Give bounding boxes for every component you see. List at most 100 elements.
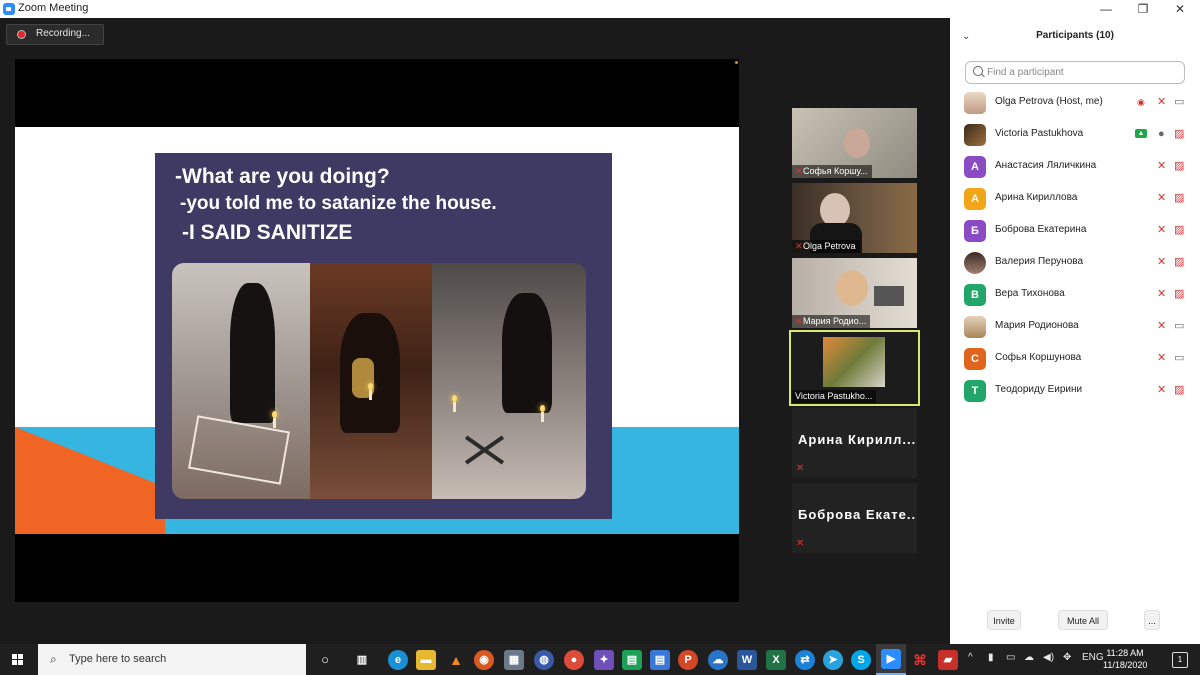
more-button[interactable]: ... (1144, 610, 1160, 630)
windows-start-button[interactable] (0, 644, 36, 675)
maximize-button[interactable]: ❐ (1124, 0, 1162, 18)
mic-muted-icon[interactable]: ✕ (1157, 319, 1166, 333)
camera-on-icon[interactable]: ▭ (1174, 95, 1184, 109)
avatar: А (964, 188, 986, 210)
participant-row[interactable]: Olga Petrova (Host, me) ◉ ✕ ▭ (950, 88, 1200, 118)
avatar: Б (964, 220, 986, 242)
participant-name: Victoria Pastukhova (995, 128, 1084, 139)
excel-icon[interactable]: X (766, 650, 786, 670)
participant-row[interactable]: В Вера Тихонова ✕ ▨ (950, 280, 1200, 310)
camera-off-icon[interactable]: ▨ (1174, 383, 1184, 397)
participant-search-input[interactable]: Find a participant (965, 61, 1185, 84)
mute-all-button[interactable]: Mute All (1058, 610, 1108, 630)
edge-icon[interactable]: e (388, 650, 408, 670)
microphone-icon[interactable]: ▮ (988, 652, 994, 663)
camera-off-icon[interactable]: ▨ (1174, 159, 1184, 173)
windows-logo-icon (18, 654, 23, 659)
calculator-icon[interactable]: ▦ (504, 650, 524, 670)
camera-off-icon[interactable]: ▨ (1174, 127, 1184, 141)
zoom-taskbar-button[interactable]: ▶ (876, 644, 906, 675)
windows-logo-icon (18, 660, 23, 665)
mic-muted-icon[interactable]: ✕ (1157, 223, 1166, 237)
participant-row[interactable]: А Арина Кириллова ✕ ▨ (950, 184, 1200, 214)
sheets-icon[interactable]: ▤ (622, 650, 642, 670)
network-icon[interactable]: ▭ (1006, 652, 1015, 663)
participant-row[interactable]: Мария Родионова ✕ ▭ (950, 312, 1200, 342)
search-icon (973, 66, 983, 76)
video-tile[interactable]: ✕Софья Коршу... (792, 108, 917, 178)
participant-row[interactable]: А Анастасия Ляличкина ✕ ▨ (950, 152, 1200, 182)
mic-muted-icon[interactable]: ✕ (1157, 351, 1166, 365)
invite-button[interactable]: Invite (987, 610, 1021, 630)
chrome-icon[interactable]: ● (564, 650, 584, 670)
title-bar: Zoom Meeting — ❐ ✕ (0, 0, 1200, 19)
skype-icon[interactable]: S (851, 650, 871, 670)
telegram-icon[interactable]: ➤ (823, 650, 843, 670)
video-tile[interactable]: Арина Кирилл... ✕ (792, 408, 917, 478)
notification-center-icon[interactable]: 1 (1172, 652, 1188, 668)
close-button[interactable]: ✕ (1161, 0, 1199, 18)
recording-indicator[interactable]: Recording... (6, 24, 104, 45)
meme-line-2: -you told me to satanize the house. (180, 193, 497, 214)
mic-muted-icon[interactable]: ✕ (1157, 383, 1166, 397)
docs-icon[interactable]: ▤ (650, 650, 670, 670)
app-icon[interactable]: ✦ (594, 650, 614, 670)
video-tile[interactable]: Боброва Екате... ✕ (792, 483, 917, 553)
powerpoint-icon[interactable]: P (678, 650, 698, 670)
app-icon[interactable]: ▰ (938, 650, 958, 670)
mic-muted-icon[interactable]: ✕ (1157, 287, 1166, 301)
teamviewer-icon[interactable]: ⇄ (795, 650, 815, 670)
mic-muted-icon[interactable]: ✕ (1157, 191, 1166, 205)
dropbox-icon[interactable]: ✥ (1063, 652, 1071, 663)
video-tile-active-speaker[interactable]: Victoria Pastukho... (789, 330, 920, 406)
candle-icon (369, 390, 372, 400)
system-clock[interactable]: 11:28 AM 11/18/2020 (1103, 647, 1147, 671)
language-indicator[interactable]: ENG (1082, 652, 1104, 663)
app-icon[interactable]: ☁ (708, 650, 728, 670)
mic-muted-icon: ✕ (796, 538, 805, 549)
meme-photo-2 (310, 263, 432, 499)
video-tile[interactable]: ✕Olga Petrova (792, 183, 917, 253)
cortana-icon[interactable]: ○ (315, 650, 335, 670)
participant-photo (823, 337, 885, 387)
candle-icon (273, 418, 276, 428)
camera-off-icon[interactable]: ▨ (1174, 255, 1184, 269)
participant-face (836, 270, 868, 306)
app-icon[interactable]: ◉ (474, 650, 494, 670)
show-hidden-icons[interactable]: ^ (968, 652, 973, 663)
candle-flame-icon (272, 411, 277, 418)
camera-on-icon[interactable]: ▭ (1174, 319, 1184, 333)
acrobat-icon[interactable]: ⌘ (910, 650, 930, 670)
mic-muted-icon[interactable]: ✕ (1157, 255, 1166, 269)
task-view-icon[interactable]: ▥ (352, 650, 372, 670)
participant-row[interactable]: С Софья Коршунова ✕ ▭ (950, 344, 1200, 374)
minimize-button[interactable]: — (1087, 0, 1125, 18)
participant-row[interactable]: Т Теодориду Еирини ✕ ▨ (950, 376, 1200, 406)
participant-row[interactable]: Victoria Pastukhova ▲ ● ▨ (950, 120, 1200, 150)
meme-line-3: -I SAID SANITIZE (182, 221, 353, 244)
file-explorer-icon[interactable]: ▬ (416, 650, 436, 670)
mic-muted-icon[interactable]: ✕ (1157, 95, 1166, 109)
taskbar-search-input[interactable]: ⌕ Type here to search (38, 644, 306, 675)
candle-icon (453, 402, 456, 412)
meme-line-1: -What are you doing? (175, 165, 390, 188)
participant-row[interactable]: Валерия Перунова ✕ ▨ (950, 248, 1200, 278)
camera-off-icon[interactable]: ▨ (1174, 287, 1184, 301)
participant-row[interactable]: Б Боброва Екатерина ✕ ▨ (950, 216, 1200, 246)
camera-off-icon[interactable]: ▨ (1174, 191, 1184, 205)
security-icon[interactable]: ◍ (534, 650, 554, 670)
volume-icon[interactable]: ◀) (1043, 652, 1054, 663)
mic-muted-icon[interactable]: ✕ (1157, 159, 1166, 173)
onedrive-icon[interactable]: ☁ (1024, 652, 1034, 663)
video-name-large: Арина Кирилл... (798, 432, 917, 447)
word-icon[interactable]: W (737, 650, 757, 670)
meme-photo-1 (172, 263, 310, 499)
record-dot-icon (17, 30, 26, 39)
camera-off-icon[interactable]: ▨ (1174, 223, 1184, 237)
clock-date: 11/18/2020 (1103, 660, 1148, 670)
participant-name: Арина Кириллова (995, 192, 1078, 203)
mic-on-icon[interactable]: ● (1158, 127, 1165, 141)
video-tile[interactable]: ✕Мария Родио... (792, 258, 917, 328)
camera-on-icon[interactable]: ▭ (1174, 351, 1184, 365)
vlc-icon[interactable]: ▲ (446, 650, 466, 670)
